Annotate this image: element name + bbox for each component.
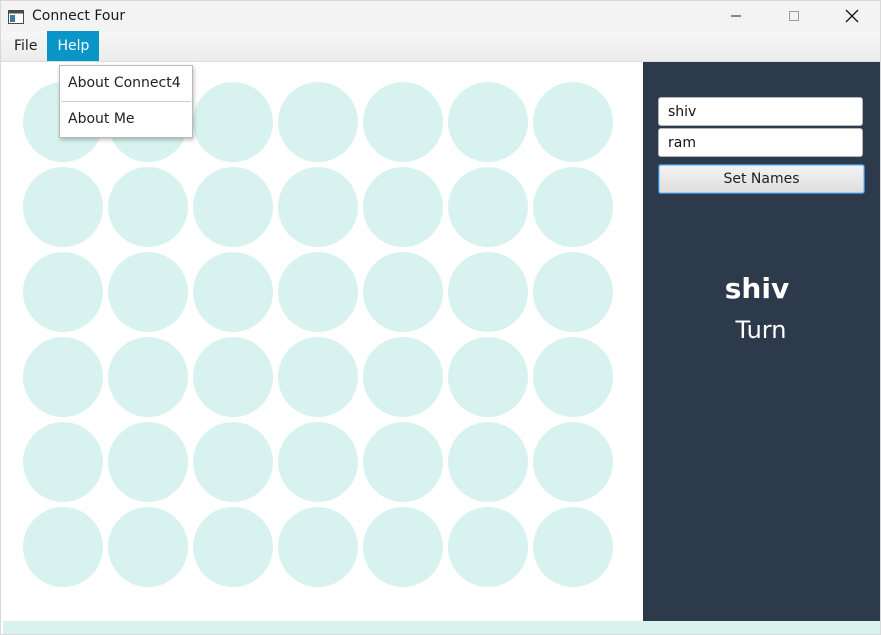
board-cell[interactable] xyxy=(193,82,273,162)
minimize-icon xyxy=(731,15,741,16)
board-cell[interactable] xyxy=(278,337,358,417)
board-cell[interactable] xyxy=(108,422,188,502)
menu-bar: File Help xyxy=(0,31,881,62)
board-cell[interactable] xyxy=(193,422,273,502)
close-icon xyxy=(845,9,859,22)
board-cell[interactable] xyxy=(193,252,273,332)
player-panel: Set Names shiv Turn xyxy=(643,62,881,621)
menu-help[interactable]: Help xyxy=(47,31,100,61)
board-cell[interactable] xyxy=(108,167,188,247)
player-one-name-input[interactable] xyxy=(658,97,863,126)
app-window-icon xyxy=(8,9,24,24)
current-player-name: shiv xyxy=(724,272,790,305)
board-cell[interactable] xyxy=(23,507,103,587)
close-button[interactable] xyxy=(823,0,881,31)
app-window: Connect Four File Help shiv ram Set Name… xyxy=(0,0,881,635)
board-cell[interactable] xyxy=(193,167,273,247)
board-cell[interactable] xyxy=(363,422,443,502)
menu-item-about-me[interactable]: About Me xyxy=(60,102,192,137)
board-cell[interactable] xyxy=(363,507,443,587)
board-cell[interactable] xyxy=(108,337,188,417)
board-cell[interactable] xyxy=(363,167,443,247)
board-cell[interactable] xyxy=(193,507,273,587)
board-cell[interactable] xyxy=(363,252,443,332)
board-cell[interactable] xyxy=(278,252,358,332)
board-cell[interactable] xyxy=(448,422,528,502)
board-cell[interactable] xyxy=(533,82,613,162)
board-cell[interactable] xyxy=(278,167,358,247)
menu-item-about-connect4[interactable]: About Connect4 xyxy=(60,66,192,101)
set-names-button[interactable]: Set Names xyxy=(658,164,865,194)
maximize-icon xyxy=(789,10,799,21)
turn-label: Turn xyxy=(735,316,787,344)
board-cell[interactable] xyxy=(533,422,613,502)
title-bar[interactable]: Connect Four xyxy=(0,0,881,31)
board-cell[interactable] xyxy=(23,167,103,247)
board-cell[interactable] xyxy=(448,252,528,332)
board-cell[interactable] xyxy=(23,337,103,417)
board-cell[interactable] xyxy=(533,252,613,332)
board-cell[interactable] xyxy=(278,422,358,502)
board-cell[interactable] xyxy=(23,422,103,502)
board-cell[interactable] xyxy=(533,507,613,587)
window-title: Connect Four xyxy=(32,7,126,24)
board-cell[interactable] xyxy=(448,337,528,417)
board-cell[interactable] xyxy=(108,252,188,332)
board-cell[interactable] xyxy=(363,337,443,417)
board-cell[interactable] xyxy=(533,337,613,417)
menu-file[interactable]: File xyxy=(4,31,47,61)
minimize-button[interactable] xyxy=(707,0,765,31)
board-cell[interactable] xyxy=(448,167,528,247)
board-cell[interactable] xyxy=(363,82,443,162)
board-bottom-strip xyxy=(3,621,881,635)
board-cell[interactable] xyxy=(448,507,528,587)
game-board[interactable] xyxy=(3,62,643,621)
board-cell[interactable] xyxy=(23,252,103,332)
board-cell[interactable] xyxy=(108,507,188,587)
maximize-button[interactable] xyxy=(765,0,823,31)
board-cell[interactable] xyxy=(278,82,358,162)
board-cell[interactable] xyxy=(193,337,273,417)
board-cell[interactable] xyxy=(533,167,613,247)
help-dropdown-menu: About Connect4 About Me xyxy=(59,65,193,138)
player-two-name-input[interactable] xyxy=(658,128,863,157)
board-cell[interactable] xyxy=(448,82,528,162)
window-controls xyxy=(707,0,881,31)
board-cell[interactable] xyxy=(278,507,358,587)
